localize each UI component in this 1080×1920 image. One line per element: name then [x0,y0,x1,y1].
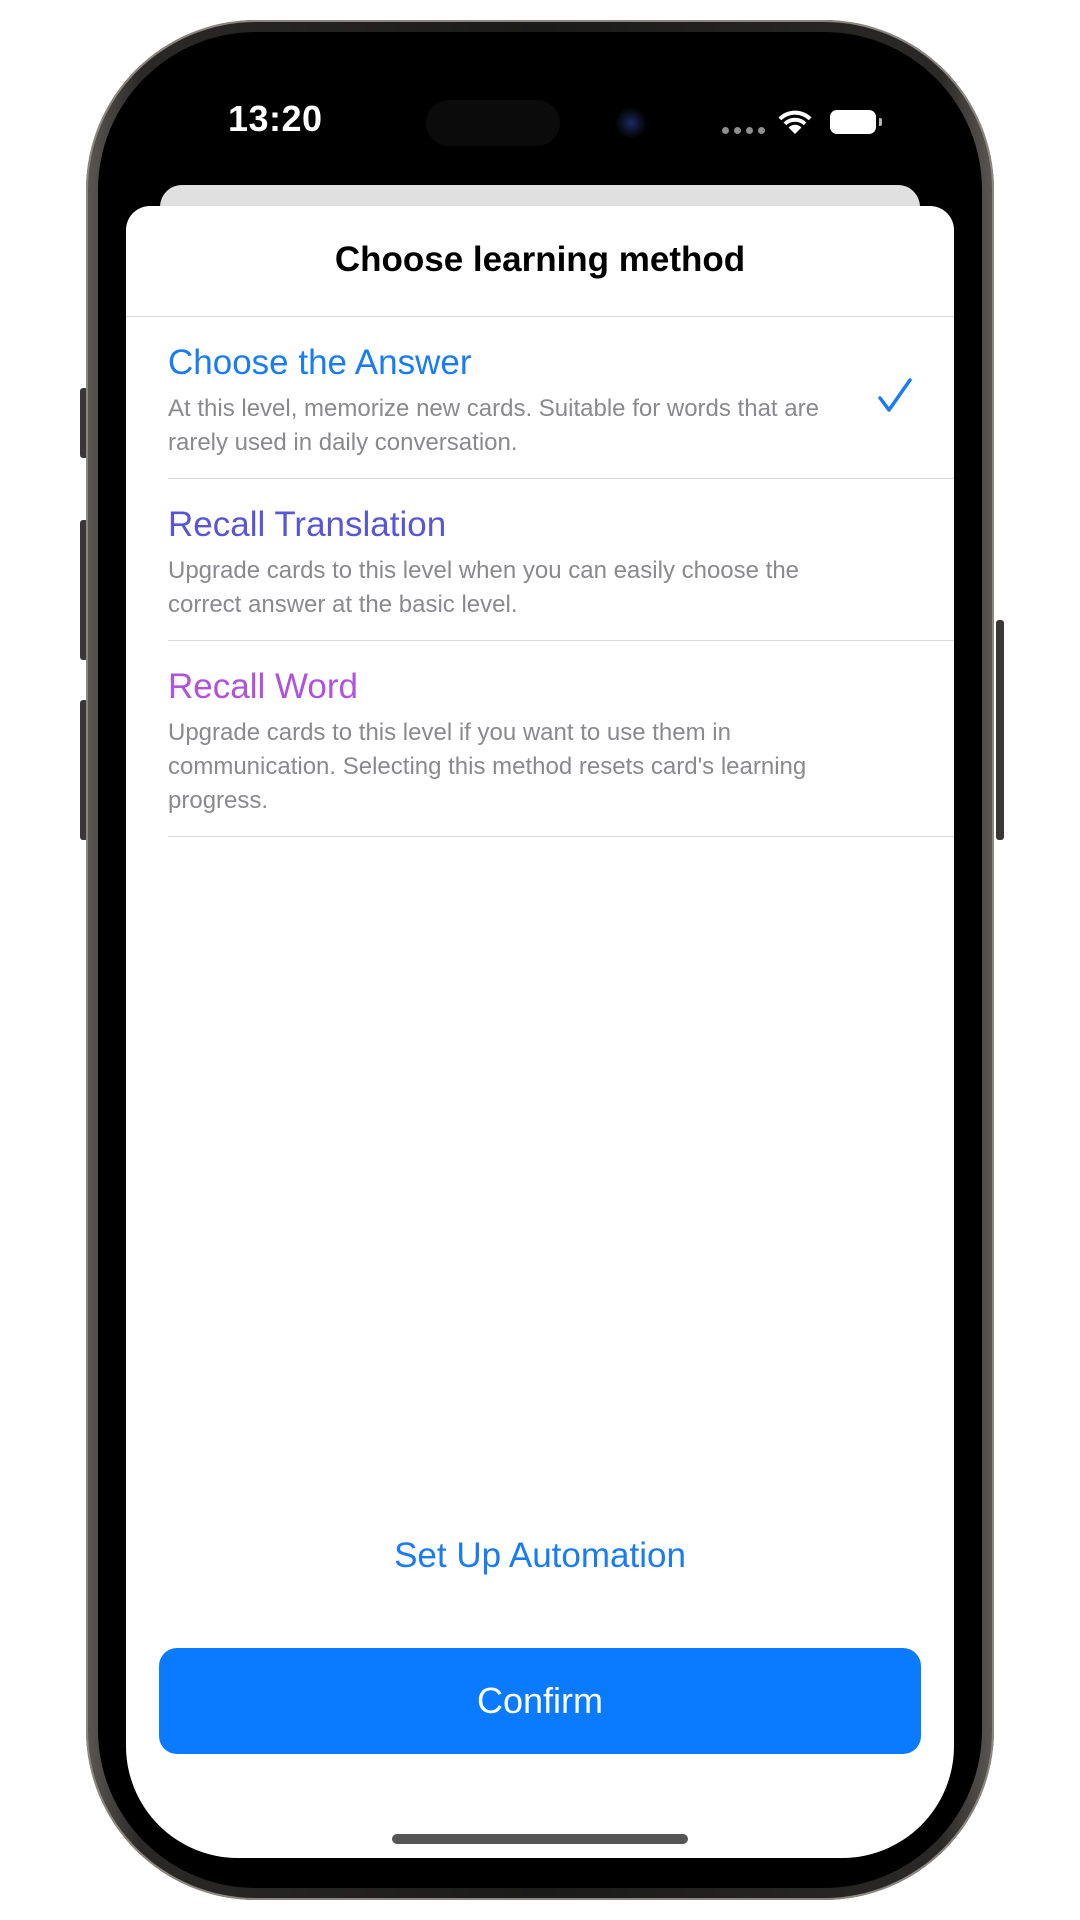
dynamic-island [426,100,560,146]
learning-method-sheet: Choose learning method Choose the Answer… [126,206,954,1858]
option-description: Upgrade cards to this level when you can… [168,557,800,618]
option-title: Recall Word [168,667,358,706]
confirm-button[interactable]: Confirm [159,1648,921,1754]
sheet-title: Choose learning method [334,240,746,279]
option-divider [168,640,954,641]
wifi-icon [778,110,812,134]
front-camera [616,108,646,138]
signal-dots-icon [722,127,765,134]
option-recall-translation[interactable]: Recall Translation Upgrade cards to this… [168,504,954,622]
battery-icon [830,110,882,134]
power-button [996,620,1004,840]
screenshot-stage: 13:20 Choose learning method Choose the … [0,0,1080,1920]
set-up-automation-link[interactable]: Set Up Automation [126,1536,954,1576]
option-title: Choose the Answer [168,343,472,382]
option-choose-the-answer[interactable]: Choose the Answer At this level, memoriz… [168,342,954,460]
status-time: 13:20 [228,98,323,139]
option-divider [168,478,954,479]
home-indicator [392,1834,688,1844]
option-title: Recall Translation [168,505,447,544]
option-recall-word[interactable]: Recall Word Upgrade cards to this level … [168,666,954,818]
option-divider [168,836,954,837]
header-divider [126,316,954,317]
option-description: Upgrade cards to this level if you want … [168,719,807,814]
checkmark-icon [878,378,912,412]
option-description: At this level, memorize new cards. Suita… [168,395,819,456]
